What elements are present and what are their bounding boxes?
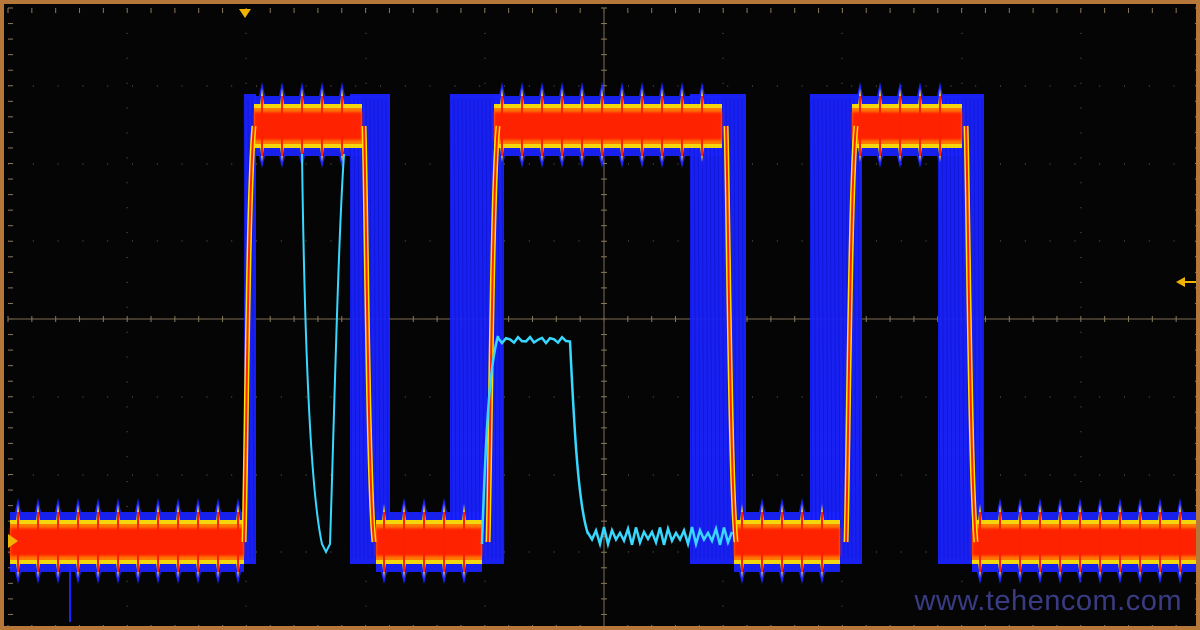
trace-core-segment xyxy=(10,528,244,556)
trace-core-segment xyxy=(376,528,482,556)
trigger-position-icon[interactable] xyxy=(239,9,251,18)
trace-core-segment xyxy=(494,112,722,140)
trigger-level-icon[interactable] xyxy=(1176,277,1200,287)
watermark-text: www.tehencom.com xyxy=(914,585,1182,617)
oscilloscope-display: www.tehencom.com xyxy=(0,0,1200,630)
waveform-dominant-trace xyxy=(10,88,1196,578)
single-acquisition-glitch xyxy=(301,153,345,555)
trace-core-segment xyxy=(734,528,840,556)
waveform-display xyxy=(7,7,1200,626)
trace-core-segment xyxy=(852,112,962,140)
trace-core-segment xyxy=(972,528,1196,556)
rare-edge-smear xyxy=(938,94,984,564)
trace-core-segment xyxy=(254,112,362,140)
